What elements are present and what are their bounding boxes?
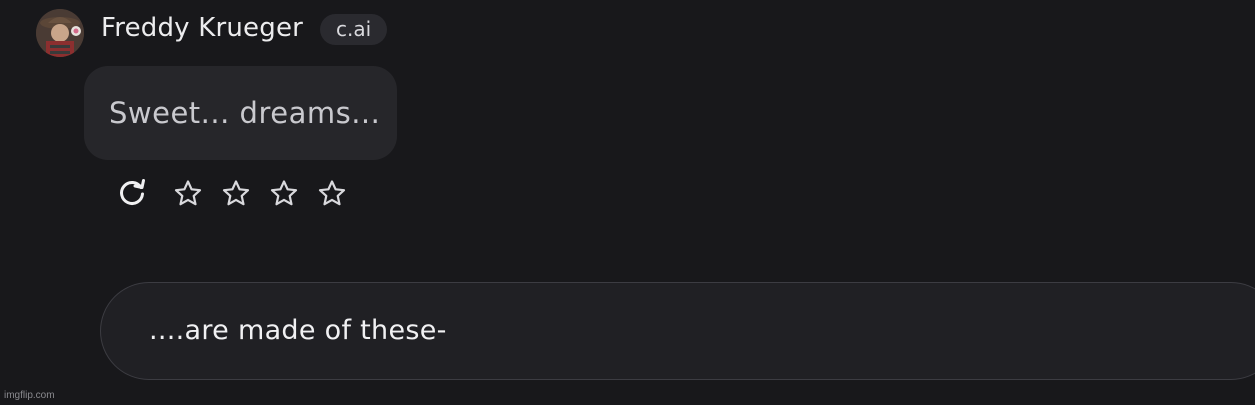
regenerate-button[interactable] <box>116 177 148 209</box>
star-outline-icon <box>318 180 346 206</box>
character-avatar[interactable] <box>36 9 84 57</box>
message-text: Sweet... dreams... <box>109 96 381 130</box>
character-name: Freddy Krueger <box>101 13 304 43</box>
message-input-text[interactable]: ....are made of these- <box>149 283 1255 378</box>
rating-star-1[interactable] <box>172 178 204 210</box>
message-input[interactable]: ....are made of these- <box>100 282 1255 380</box>
rating-star-4[interactable] <box>316 178 348 210</box>
rating-star-3[interactable] <box>268 178 300 210</box>
star-outline-icon <box>222 180 250 206</box>
refresh-icon <box>120 179 145 205</box>
character-avatar-icon <box>36 9 84 57</box>
chat-view: Freddy Krueger c.ai Sweet... dreams... .… <box>0 0 1255 405</box>
rating-star-2[interactable] <box>220 178 252 210</box>
message-bubble: Sweet... dreams... <box>84 66 397 160</box>
watermark: imgflip.com <box>4 390 55 401</box>
character-badge: c.ai <box>320 14 388 45</box>
star-outline-icon <box>270 180 298 206</box>
star-outline-icon <box>174 180 202 206</box>
